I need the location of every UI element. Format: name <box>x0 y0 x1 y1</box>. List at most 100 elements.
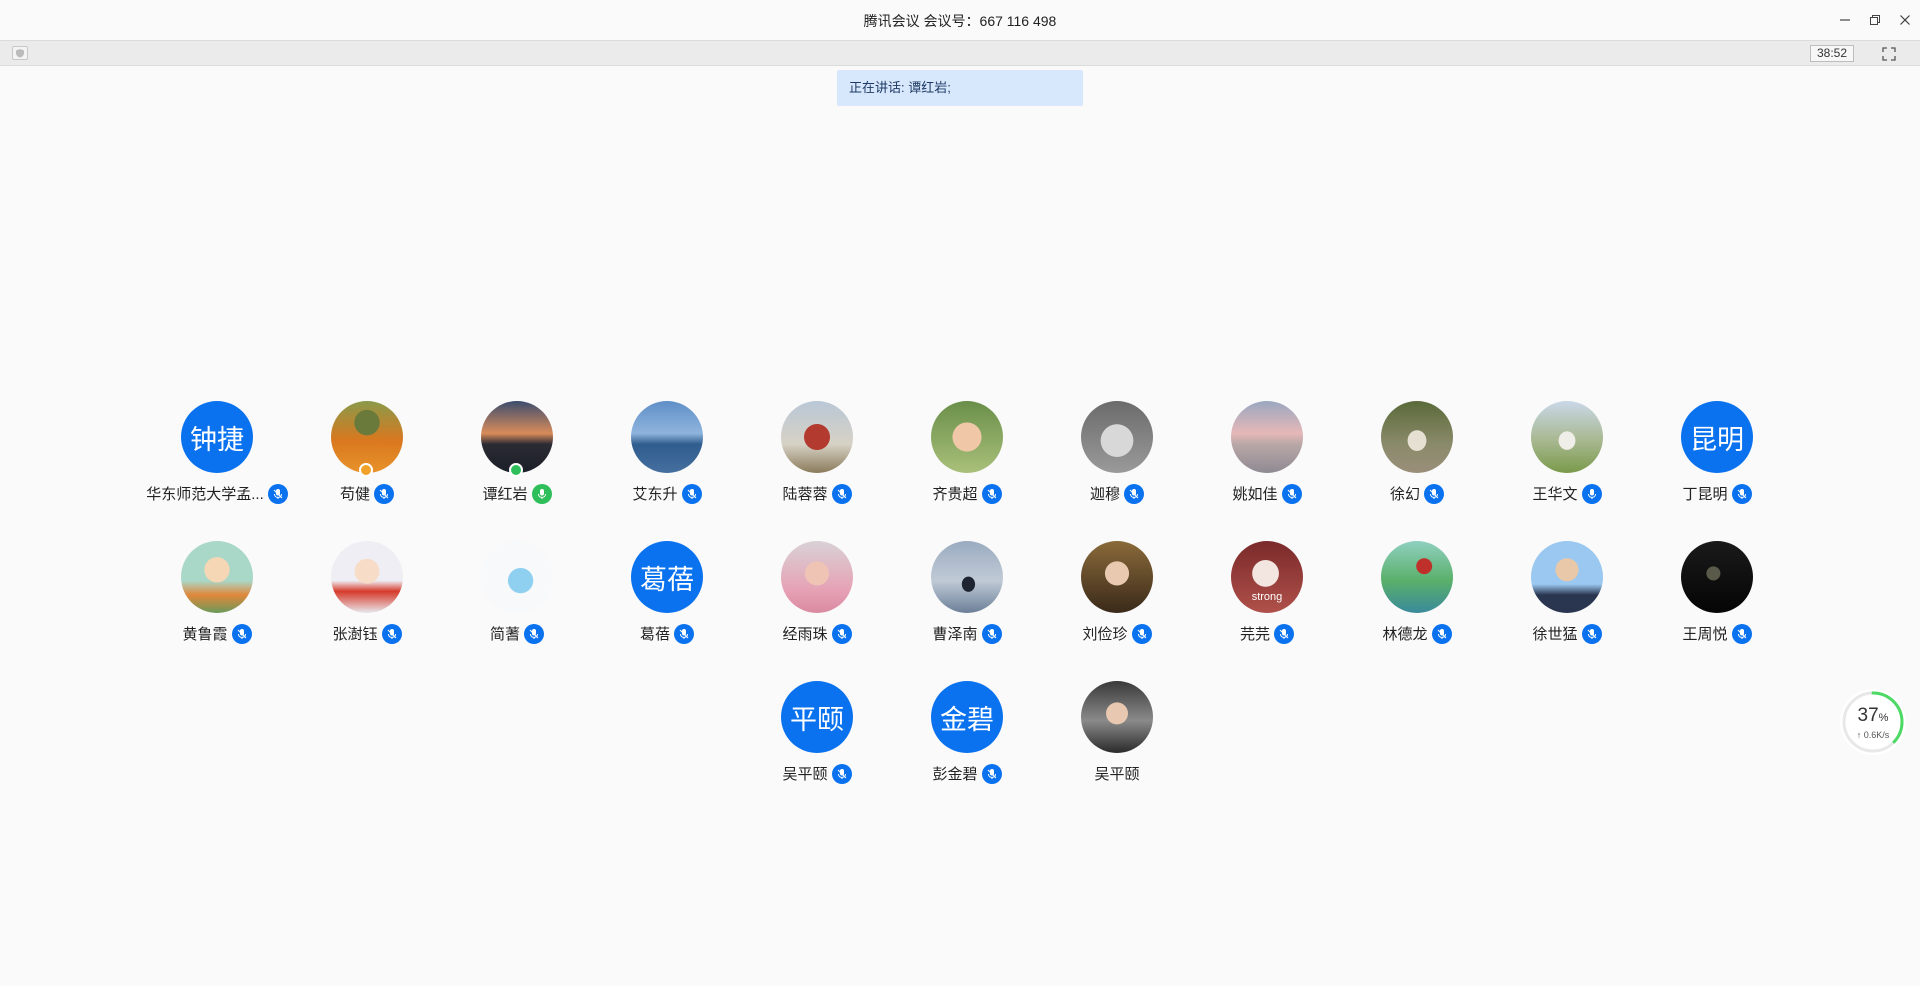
participant-avatar[interactable] <box>1081 681 1153 753</box>
participant-tile[interactable]: 陆蓉蓉 <box>735 401 885 521</box>
participant-tile[interactable]: 徐世猛 <box>1485 541 1635 661</box>
mic-muted-icon <box>374 483 394 504</box>
mic-muted-icon <box>831 623 852 644</box>
mic-muted-icon <box>1731 483 1752 504</box>
participant-tile[interactable]: 吴平颐 <box>1035 681 1185 801</box>
restore-button[interactable] <box>1860 0 1890 40</box>
participant-avatar[interactable]: 葛蓓 <box>631 541 703 613</box>
participant-avatar[interactable] <box>1681 541 1753 613</box>
mic-muted-icon <box>231 623 252 644</box>
participant-avatar[interactable] <box>1081 401 1153 473</box>
participant-tile[interactable]: 迦穆 <box>1035 401 1185 521</box>
participant-tile[interactable]: 齐贵超 <box>885 401 1035 521</box>
participant-avatar[interactable]: strong <box>1231 541 1303 613</box>
participant-avatar[interactable] <box>1231 401 1303 473</box>
cohost-badge <box>359 463 373 477</box>
participant-tile[interactable]: 葛蓓 葛蓓 <box>585 541 735 661</box>
participant-tile[interactable]: 艾东升 <box>585 401 735 521</box>
participant-name: 吴平颐 <box>1094 766 1140 783</box>
participant-avatar[interactable] <box>931 541 1003 613</box>
mic-muted-icon <box>1424 483 1444 504</box>
participant-name: 吴平颐 <box>782 766 828 783</box>
participant-tile[interactable]: 昆明 丁昆明 <box>1635 401 1785 521</box>
network-speed: ↑ 0.6K/s <box>1856 730 1890 740</box>
mic-muted-icon <box>831 763 852 784</box>
participant-tile[interactable]: 姚如佳 <box>1185 401 1335 521</box>
mic-muted-icon <box>1431 623 1452 644</box>
participant-name: 曹泽南 <box>932 626 978 643</box>
participant-name: 艾东升 <box>632 486 678 503</box>
avatar-caption: strong <box>1251 591 1283 603</box>
meeting-timer: 38:52 <box>1809 45 1854 62</box>
participant-name: 陆蓉蓉 <box>782 486 828 503</box>
mic-muted-icon <box>1731 623 1752 644</box>
participant-tile[interactable]: 钟捷 华东师范大学孟... <box>135 401 288 521</box>
participant-avatar[interactable] <box>1381 541 1453 613</box>
participant-name: 丁昆明 <box>1682 486 1728 503</box>
mic-muted-icon <box>1274 623 1294 644</box>
participant-avatar[interactable]: 昆明 <box>1681 401 1753 473</box>
window-title: 腾讯会议 会议号：667 116 498 <box>863 13 1057 29</box>
participant-avatar[interactable]: 金碧 <box>931 681 1003 753</box>
participant-tile[interactable]: 张澍钰 <box>285 541 435 661</box>
participant-name: 齐贵超 <box>932 486 978 503</box>
mic-muted-icon <box>1124 483 1144 504</box>
participant-tile[interactable]: 谭红岩 <box>435 401 585 521</box>
network-percent: 37% <box>1857 705 1889 726</box>
fullscreen-icon <box>1882 46 1896 61</box>
mic-icon <box>1581 483 1602 504</box>
mic-muted-icon <box>981 763 1002 784</box>
participant-avatar[interactable] <box>181 541 253 613</box>
participant-name: 徐幻 <box>1389 486 1420 503</box>
participant-name: 徐世猛 <box>1532 626 1578 643</box>
participant-tile[interactable]: 林德龙 <box>1335 541 1485 661</box>
minimize-button[interactable] <box>1830 0 1860 40</box>
participant-tile[interactable]: 徐幻 <box>1335 401 1485 521</box>
participant-avatar[interactable]: 钟捷 <box>181 401 253 473</box>
participant-name: 张澍钰 <box>332 626 378 643</box>
mic-muted-icon <box>1131 623 1152 644</box>
participant-tile[interactable]: 王周悦 <box>1635 541 1785 661</box>
participant-name: 迦穆 <box>1089 486 1120 503</box>
fullscreen-button[interactable] <box>1880 45 1898 62</box>
mic-icon <box>531 483 552 504</box>
meeting-toolbar: 38:52 <box>0 40 1920 66</box>
participant-name: 葛蓓 <box>639 626 670 643</box>
participant-avatar[interactable] <box>481 541 553 613</box>
participant-tile[interactable]: 王华文 <box>1485 401 1635 521</box>
close-button[interactable] <box>1890 0 1920 40</box>
mic-muted-icon <box>524 623 544 644</box>
participant-avatar[interactable] <box>1531 401 1603 473</box>
participant-avatar[interactable] <box>931 401 1003 473</box>
title-bar: 腾讯会议 会议号：667 116 498 <box>0 0 1920 40</box>
participant-avatar[interactable] <box>1081 541 1153 613</box>
participant-tile[interactable]: 金碧 彭金碧 <box>885 681 1035 801</box>
minimize-icon <box>1840 19 1850 21</box>
participant-tile[interactable]: 曹泽南 <box>885 541 1035 661</box>
participant-avatar[interactable] <box>781 541 853 613</box>
speaking-indicator: 正在讲话: 谭红岩; <box>837 70 1083 106</box>
participant-tile[interactable]: 刘俭珍 <box>1035 541 1185 661</box>
participant-avatar[interactable] <box>1381 401 1453 473</box>
participant-tile[interactable]: strong 芫芫 <box>1185 541 1335 661</box>
participant-avatar[interactable] <box>1531 541 1603 613</box>
participant-tile[interactable]: 简蓍 <box>435 541 585 661</box>
participant-avatar[interactable] <box>631 401 703 473</box>
participant-name: 王华文 <box>1532 486 1578 503</box>
mic-muted-icon <box>981 483 1002 504</box>
participant-name: 黄鲁霞 <box>182 626 228 643</box>
participant-avatar[interactable] <box>781 401 853 473</box>
participant-tile[interactable]: 黄鲁霞 <box>135 541 285 661</box>
participant-tile[interactable]: 平颐 吴平颐 <box>735 681 885 801</box>
restore-icon <box>1870 15 1880 25</box>
network-gauge[interactable]: 37% ↑ 0.6K/s <box>1840 689 1906 755</box>
participant-avatar[interactable]: 平颐 <box>781 681 853 753</box>
participant-name: 彭金碧 <box>932 766 978 783</box>
security-shield-button[interactable] <box>12 46 28 60</box>
mic-muted-icon <box>831 483 852 504</box>
participant-tile[interactable]: 苟健 <box>285 401 435 521</box>
participant-tile[interactable]: 经雨珠 <box>735 541 885 661</box>
shield-icon <box>16 49 24 58</box>
participant-avatar[interactable] <box>331 541 403 613</box>
participant-name: 姚如佳 <box>1232 486 1278 503</box>
